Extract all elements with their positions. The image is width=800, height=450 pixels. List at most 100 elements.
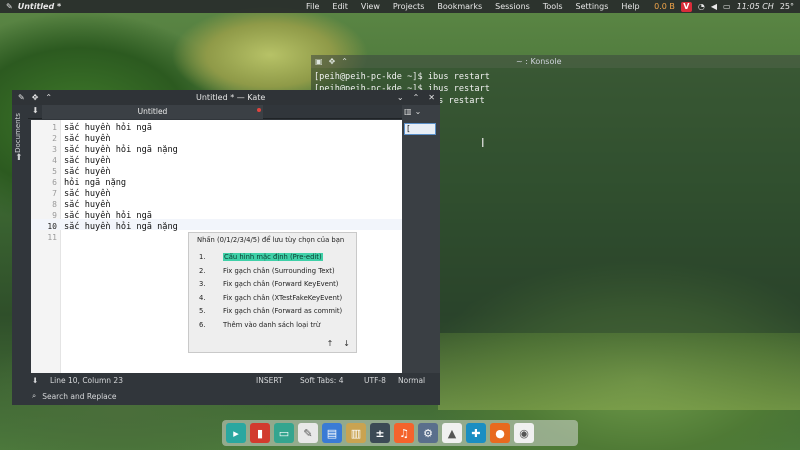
pin-icon[interactable]: ✥ bbox=[329, 57, 336, 66]
menu-bookmarks[interactable]: Bookmarks bbox=[437, 2, 482, 11]
terminal-app-icon[interactable]: ▸ bbox=[226, 423, 246, 443]
line-number: 11 bbox=[47, 233, 57, 242]
clock[interactable]: 11:05 CH bbox=[737, 2, 774, 11]
chevron-down-icon[interactable]: ⌄ bbox=[415, 107, 422, 116]
option-number: 5. bbox=[199, 307, 206, 315]
menu-settings[interactable]: Settings bbox=[576, 2, 609, 11]
cursor-position[interactable]: Line 10, Column 23 bbox=[50, 376, 123, 385]
option-label: Cấu hình mặc định (Pre-edit) bbox=[223, 253, 323, 261]
keep-above-icon[interactable]: ⌃ bbox=[45, 93, 52, 102]
tab-bar: ⬇ Untitled bbox=[28, 105, 402, 119]
code-line[interactable]: sắc huyền bbox=[64, 134, 111, 144]
code-line[interactable]: sắc huyền hỏi ngã nặng bbox=[64, 222, 178, 232]
keep-above-icon[interactable]: ⌃ bbox=[341, 57, 348, 66]
code-line[interactable]: sắc huyền bbox=[64, 167, 111, 177]
wifi-icon[interactable]: ◔ bbox=[698, 2, 705, 11]
mouse-ibeam-cursor: I bbox=[481, 136, 485, 150]
popup-option[interactable]: 2. Fix gạch chân (Surrounding Text) bbox=[199, 267, 335, 275]
chrome-app-icon[interactable]: ◉ bbox=[514, 423, 534, 443]
battery-icon[interactable]: ▭ bbox=[723, 2, 731, 11]
encoding-setting[interactable]: UTF-8 bbox=[364, 376, 386, 385]
side-panel: Documents ⬆ bbox=[12, 105, 28, 405]
option-label: Fix gạch chân (XTestFakeKeyEvent) bbox=[223, 293, 343, 302]
archive-app-icon[interactable]: ▥ bbox=[346, 423, 366, 443]
option-label: Fix gạch chân (Surrounding Text) bbox=[223, 266, 335, 275]
popup-option[interactable]: 5. Fix gạch chân (Forward as commit) bbox=[199, 307, 342, 315]
menu-projects[interactable]: Projects bbox=[393, 2, 425, 11]
weather-temp[interactable]: 25° bbox=[780, 2, 794, 11]
line-number: 10 bbox=[47, 222, 57, 231]
kate-titlebar[interactable]: ✎ ✥ ⌃ Untitled * — Kate ⌄ ⌃ ✕ bbox=[12, 90, 440, 105]
music-visualizer-app-icon[interactable]: ▮ bbox=[250, 423, 270, 443]
search-icon: ⌕ bbox=[32, 391, 37, 400]
popup-option[interactable]: 4. Fix gạch chân (XTestFakeKeyEvent) bbox=[199, 294, 342, 302]
split-view-icon[interactable]: ▥ bbox=[404, 107, 412, 116]
code-line[interactable]: sắc huyền bbox=[64, 156, 111, 166]
minimap-viewport[interactable]: [ bbox=[404, 123, 436, 135]
settings-app-icon[interactable]: ⚙ bbox=[418, 423, 438, 443]
terminal-app-icon: ▣ bbox=[315, 57, 323, 66]
code-line[interactable]: sắc huyền hỏi ngã nặng bbox=[64, 145, 178, 155]
files-app-icon[interactable]: ▭ bbox=[274, 423, 294, 443]
arrow-up-icon[interactable]: ↑ bbox=[327, 339, 334, 348]
status-bar: ⬇ Line 10, Column 23 INSERT Soft Tabs: 4… bbox=[28, 373, 440, 387]
download-icon[interactable]: ⬇ bbox=[32, 106, 39, 115]
minimize-icon[interactable]: ⌄ bbox=[397, 93, 404, 102]
menu-view[interactable]: View bbox=[361, 2, 380, 11]
menu-edit[interactable]: Edit bbox=[332, 2, 348, 11]
pin-icon[interactable]: ✥ bbox=[32, 93, 39, 102]
top-panel: ✎ Untitled * File Edit View Projects Boo… bbox=[0, 0, 800, 13]
music-app-icon[interactable]: ♫ bbox=[394, 423, 414, 443]
document-viewer-app-icon[interactable]: ▤ bbox=[322, 423, 342, 443]
filesystem-browser-icon[interactable]: ⬆ bbox=[15, 153, 23, 163]
kate-app-icon: ✎ bbox=[18, 93, 25, 102]
arrow-down-icon[interactable]: ↓ bbox=[343, 339, 350, 348]
active-window-area: ✎ Untitled * bbox=[0, 2, 300, 11]
volume-icon[interactable]: ◀ bbox=[711, 2, 717, 11]
pen-icon: ✎ bbox=[6, 2, 13, 11]
documents-tab[interactable]: Documents bbox=[14, 113, 22, 153]
line-number: 5 bbox=[52, 167, 57, 176]
popup-header: Nhấn (0/1/2/3/4/5) để lưu tùy chọn của b… bbox=[197, 236, 345, 244]
popup-option[interactable]: 3. Fix gạch chân (Forward KeyEvent) bbox=[199, 280, 338, 288]
code-line[interactable]: sắc huyền bbox=[64, 200, 111, 210]
vivaldi-icon[interactable]: V bbox=[680, 1, 692, 12]
code-line[interactable]: hỏi ngã nặng bbox=[64, 178, 126, 188]
vlc-app-icon[interactable]: ▲ bbox=[442, 423, 462, 443]
menu-sessions[interactable]: Sessions bbox=[495, 2, 530, 11]
option-label: Thêm vào danh sách loại trừ bbox=[223, 320, 321, 329]
tab-untitled[interactable]: Untitled bbox=[42, 105, 263, 119]
kodi-app-icon[interactable]: ✚ bbox=[466, 423, 486, 443]
code-line[interactable]: sắc huyền hỏi ngã bbox=[64, 211, 152, 221]
menu-tools[interactable]: Tools bbox=[543, 2, 563, 11]
calculator-app-icon[interactable]: ± bbox=[370, 423, 390, 443]
line-number: 3 bbox=[52, 145, 57, 154]
option-number: 4. bbox=[199, 293, 206, 302]
line-number: 2 bbox=[52, 134, 57, 143]
indentation-setting[interactable]: Soft Tabs: 4 bbox=[300, 376, 343, 385]
code-line[interactable]: sắc huyền hỏi ngã bbox=[64, 123, 152, 133]
minimap[interactable]: ▥ ⌄ [ bbox=[402, 105, 440, 373]
popup-option[interactable]: 6. Thêm vào danh sách loại trừ bbox=[199, 321, 320, 329]
input-mode[interactable]: INSERT bbox=[256, 376, 283, 385]
syntax-mode[interactable]: Normal bbox=[398, 376, 425, 385]
terminal-titlebar[interactable]: ▣ ✥ ⌃ ~ : Konsole bbox=[311, 55, 800, 68]
search-replace-bar[interactable]: ⌕ Search and Replace bbox=[28, 389, 440, 403]
close-icon[interactable]: ✕ bbox=[428, 93, 435, 102]
popup-option[interactable]: 1. Cấu hình mặc định (Pre-edit) bbox=[199, 253, 323, 261]
line-number: 4 bbox=[52, 156, 57, 165]
terminal-background-area bbox=[438, 333, 800, 410]
text-editor-app-icon[interactable]: ✎ bbox=[298, 423, 318, 443]
terminal-line: [peih@peih-pc-kde ~]$ ibus restart bbox=[314, 72, 490, 82]
menu-help[interactable]: Help bbox=[621, 2, 639, 11]
code-line[interactable]: sắc huyền bbox=[64, 189, 111, 199]
system-tray: 0.0 B V ◔ ◀ ▭ 11:05 CH 25° bbox=[654, 1, 800, 12]
maximize-icon[interactable]: ⌃ bbox=[413, 93, 420, 102]
firefox-app-icon[interactable]: ● bbox=[490, 423, 510, 443]
option-label: Fix gạch chân (Forward KeyEvent) bbox=[223, 280, 339, 288]
menu-file[interactable]: File bbox=[306, 2, 319, 11]
tab-label: Untitled bbox=[137, 107, 168, 116]
download-icon[interactable]: ⬇ bbox=[32, 376, 38, 385]
kate-title: Untitled * — Kate bbox=[196, 93, 266, 102]
search-replace-label[interactable]: Search and Replace bbox=[42, 392, 116, 401]
